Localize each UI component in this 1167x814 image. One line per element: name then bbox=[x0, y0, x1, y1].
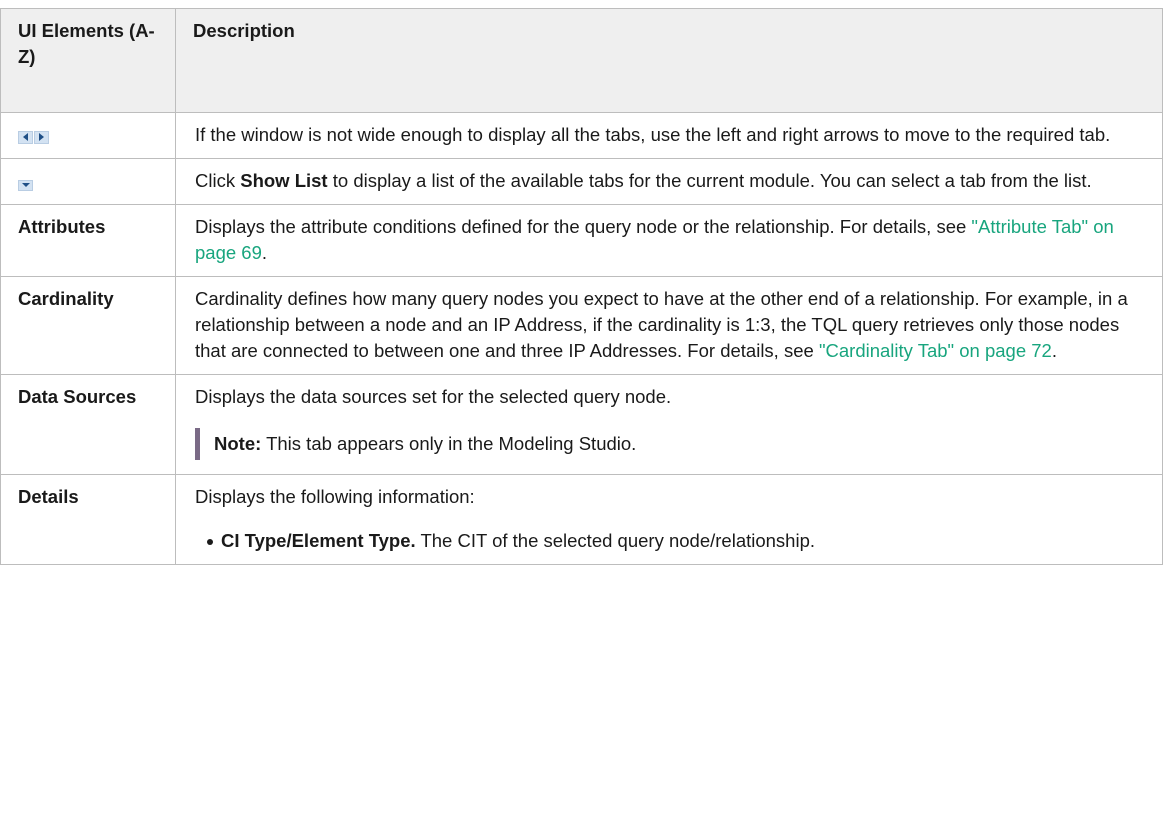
row-details-description: Displays the following information: CI T… bbox=[175, 474, 1163, 565]
table-row: Cardinality Cardinality defines how many… bbox=[0, 276, 1163, 375]
row-cardinality-description: Cardinality defines how many query nodes… bbox=[175, 276, 1163, 375]
list-item-label: CI Type/Element Type. bbox=[221, 530, 416, 551]
attributes-desc-end: . bbox=[261, 242, 268, 263]
table-row: Data Sources Displays the data sources s… bbox=[0, 374, 1163, 475]
row-datasources-description: Displays the data sources set for the se… bbox=[175, 374, 1163, 475]
row-showlist-description: Click Show List to display a list of the… bbox=[175, 158, 1163, 205]
header-ui-elements: UI Elements (A-Z) bbox=[0, 8, 176, 113]
cardinality-desc-end: . bbox=[1051, 340, 1057, 361]
note-callout: Note: This tab appears only in the Model… bbox=[195, 428, 1152, 460]
note-label: Note: bbox=[214, 433, 262, 454]
show-list-dropdown-icon bbox=[18, 179, 33, 191]
note-text: This tab appears only in the Modeling St… bbox=[261, 433, 637, 454]
attributes-desc-text: Displays the attribute conditions define… bbox=[195, 216, 972, 237]
row-attributes-description: Displays the attribute conditions define… bbox=[175, 204, 1163, 277]
list-item-text: The CIT of the selected query node/relat… bbox=[415, 530, 816, 551]
details-bullet-list: CI Type/Element Type. The CIT of the sel… bbox=[195, 528, 1152, 554]
document-page: UI Elements (A-Z) Description If the win… bbox=[0, 0, 1167, 814]
show-list-label: Show List bbox=[240, 170, 328, 191]
table-header-row: UI Elements (A-Z) Description bbox=[0, 8, 1163, 113]
table-row: Attributes Displays the attribute condit… bbox=[0, 204, 1163, 277]
table-row: Details Displays the following informati… bbox=[0, 474, 1163, 565]
row-showlist-term bbox=[0, 158, 176, 205]
scroll-left-arrow-icon bbox=[18, 130, 33, 144]
list-item: CI Type/Element Type. The CIT of the sel… bbox=[207, 528, 1152, 554]
details-desc-text: Displays the following information: bbox=[195, 486, 475, 507]
table-row: Click Show List to display a list of the… bbox=[0, 158, 1163, 205]
row-arrows-description: If the window is not wide enough to disp… bbox=[175, 112, 1163, 159]
row-cardinality-term: Cardinality bbox=[0, 276, 176, 375]
datasources-desc-text: Displays the data sources set for the se… bbox=[195, 386, 672, 407]
header-description: Description bbox=[175, 8, 1163, 113]
left-right-scroll-arrows-icon bbox=[18, 130, 49, 144]
row-arrows-term bbox=[0, 112, 176, 159]
scroll-right-arrow-icon bbox=[34, 130, 49, 144]
row-details-term: Details bbox=[0, 474, 176, 565]
row-datasources-term: Data Sources bbox=[0, 374, 176, 475]
ui-elements-table: UI Elements (A-Z) Description If the win… bbox=[0, 8, 1163, 565]
table-row: If the window is not wide enough to disp… bbox=[0, 112, 1163, 159]
cardinality-tab-link[interactable]: "Cardinality Tab" on page 72 bbox=[819, 340, 1052, 361]
row-attributes-term: Attributes bbox=[0, 204, 176, 277]
showlist-desc-text-end: to display a list of the available tabs … bbox=[327, 170, 1092, 191]
showlist-desc-text: Click bbox=[195, 170, 241, 191]
